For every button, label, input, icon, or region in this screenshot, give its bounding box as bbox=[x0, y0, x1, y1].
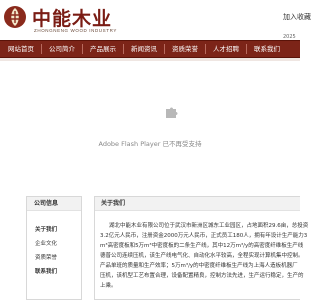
company-info-sidebar: 公司信息 关于我们 企业文化 资质荣誉 联系我们 bbox=[26, 196, 82, 300]
content-line: 上乘。 bbox=[100, 283, 117, 289]
content-line: 湖北中能木业有限公司位于武汉市新洲区城东工业园区，占地面积29.6亩，总投资 bbox=[109, 223, 309, 229]
sidebar-item-culture[interactable]: 企业文化 bbox=[35, 239, 57, 247]
nav-item-news[interactable]: 新闻资讯 bbox=[124, 40, 164, 58]
flash-unsupported-message: Adobe Flash Player 已不再受支持 bbox=[98, 140, 202, 148]
nav-item-jobs[interactable]: 人才招聘 bbox=[206, 40, 246, 58]
sidebar-title: 公司信息 bbox=[27, 197, 81, 211]
content-line: 产品单班的质量和生产效率；5万m³/y的中密度纤维板生产线为上海人造板机器厂 bbox=[100, 263, 298, 269]
content-line: 德普公司连续压机，该生产线电气化、自动化水平较高，全程实现计算机集中控制。 bbox=[100, 253, 304, 259]
logo-mark-icon bbox=[4, 6, 26, 28]
site-header: 中能木业 ZHONGNENG WOOD INDUSTRY 加入收藏 2025 bbox=[0, 0, 311, 40]
content-line: 压机，该机型工艺布置合理，设备配置精良，控制方法先进，生产运行稳定，生产的 bbox=[100, 273, 304, 279]
nav-item-about[interactable]: 公司简介 bbox=[42, 40, 82, 58]
content-title: 关于我们 bbox=[95, 197, 300, 211]
plugin-puzzle-icon bbox=[166, 107, 178, 118]
content-line: m³高密度板和5万m³中密度板的二条生产线，其中12万m³/y的高密度纤维板生产… bbox=[100, 243, 304, 249]
logo-subtitle: ZHONGNENG WOOD INDUSTRY bbox=[34, 28, 117, 33]
nav-item-honors[interactable]: 资质荣誉 bbox=[165, 40, 205, 58]
nav-item-home[interactable]: 网站首页 bbox=[6, 40, 41, 58]
main-nav: 网站首页 公司简介 产品展示 新闻资讯 资质荣誉 人才招聘 联系我们 bbox=[0, 40, 300, 58]
logo-text: 中能木业 bbox=[32, 8, 113, 30]
nav-item-contact[interactable]: 联系我们 bbox=[247, 40, 287, 58]
sidebar-item-about[interactable]: 关于我们 bbox=[35, 225, 57, 233]
bookmark-link[interactable]: 加入收藏 bbox=[283, 12, 311, 22]
banner-strip bbox=[0, 58, 300, 61]
sidebar-item-contact[interactable]: 联系我们 bbox=[35, 267, 57, 275]
sidebar-item-honors[interactable]: 资质荣誉 bbox=[35, 253, 57, 261]
content-line: 3.2亿元人民币，注册资金2000万元人民币，正式员工180人，拥有年设计生产能… bbox=[100, 233, 308, 239]
nav-item-products[interactable]: 产品展示 bbox=[83, 40, 123, 58]
about-content-panel: 关于我们 湖北中能木业有限公司位于武汉市新洲区城东工业园区，占地面积29.6亩，… bbox=[94, 196, 308, 300]
